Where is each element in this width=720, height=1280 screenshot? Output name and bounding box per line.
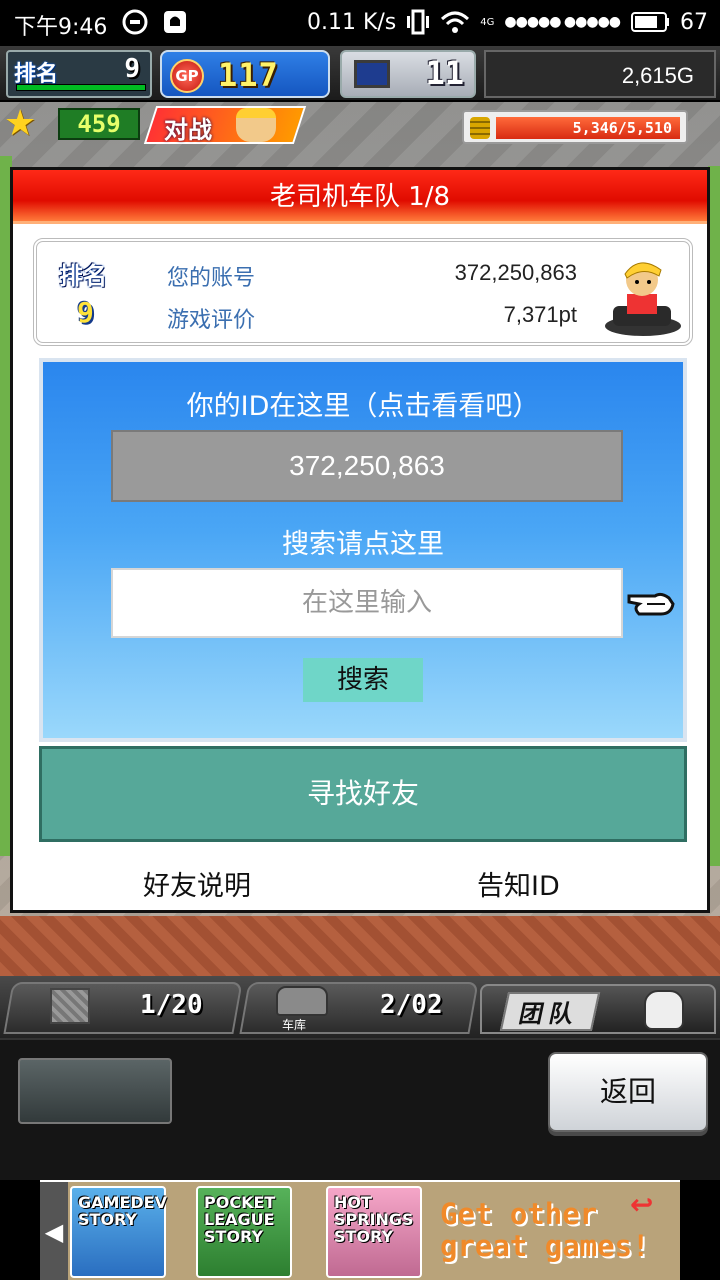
account-label: 您的账号	[167, 266, 256, 291]
ad-banner[interactable]: ◀ GAMEDEV STORY POCKET LEAGUE STORY HOT …	[40, 1180, 680, 1280]
box-icon	[50, 988, 90, 1024]
info-rank-number: 9	[77, 296, 94, 329]
rating-value: 7,371pt	[503, 302, 577, 327]
ad-game-title-1: GAMEDEV STORY	[78, 1193, 167, 1229]
star-value: 459	[58, 108, 140, 140]
map-brick-road	[0, 916, 720, 976]
tab-items[interactable]	[3, 982, 243, 1034]
ad-cta[interactable]: Get other great games!	[440, 1198, 650, 1262]
rank-badge[interactable]: 排名 9	[6, 50, 152, 98]
signal-bars-icon: ●●●●● ●●●●●	[504, 14, 621, 30]
ad-return-arrow-icon: ↩	[630, 1188, 654, 1221]
dialog-title: 老司机车队 1/8	[13, 170, 707, 224]
status-time: 下午9:46	[14, 15, 108, 40]
gp-counter[interactable]: GP 117	[160, 50, 330, 98]
battle-label: 对战	[164, 116, 212, 144]
coin-stack-icon	[470, 117, 490, 139]
status-right-icons: 0.11 K/s 4G ●●●●● ●●●●● 67	[307, 9, 708, 35]
back-button[interactable]: 返回	[548, 1052, 708, 1132]
team-mascot-icon	[644, 990, 684, 1030]
net-speed: 0.11 K/s	[306, 9, 397, 35]
pc-value: 11	[425, 54, 464, 92]
tab-items-count: 1/20	[140, 990, 203, 1020]
money-display: 2,615G	[484, 50, 716, 98]
notify-id-link[interactable]: 告知ID	[477, 864, 560, 903]
account-value: 372,250,863	[454, 260, 577, 285]
empty-slot[interactable]	[18, 1058, 172, 1124]
id-hint: 你的ID在这里（点击看看吧）	[186, 391, 540, 422]
id-search-panel: 你的ID在这里（点击看看吧） 372,250,863 搜索请点这里 在这里输入 …	[39, 358, 687, 742]
rank-value: 9	[124, 54, 140, 84]
secondary-hud: ★ 459 对战 5,346/5,510	[0, 104, 720, 146]
vibrate-icon	[407, 9, 430, 35]
notification-bell-icon	[164, 11, 186, 33]
search-hint: 搜索请点这里	[282, 529, 444, 560]
my-id-field[interactable]: 372,250,863	[111, 430, 623, 502]
friend-help-link[interactable]: 好友说明	[143, 864, 251, 903]
ad-game-title-2: POCKET LEAGUE STORY	[204, 1193, 276, 1246]
ad-prev-arrow-icon[interactable]: ◀	[40, 1182, 68, 1280]
rating-label: 游戏评价	[167, 308, 256, 333]
computer-icon	[354, 60, 390, 88]
bottom-panel: 返回	[0, 1038, 720, 1180]
ad-cta-line2: great games!	[440, 1229, 650, 1263]
star-icon: ★	[4, 103, 37, 144]
battery-icon	[631, 12, 669, 32]
wifi-icon	[441, 11, 470, 33]
bottom-tab-bar: 1/20 车库 2/02 团队	[0, 976, 720, 1038]
pointing-hand-icon	[627, 592, 675, 616]
info-rank-tag: 排名	[59, 262, 107, 290]
rank-progress-bar	[16, 84, 146, 91]
ad-game-title-3: HOT SPRINGS STORY	[334, 1193, 414, 1246]
signal-4g-label: 4G	[480, 16, 495, 28]
car-icon	[276, 986, 328, 1016]
team-dialog: 老司机车队 1/8 排名 9 您的账号 372,250,863 游戏评价 7,3…	[10, 167, 710, 913]
pc-counter[interactable]: 11	[340, 50, 476, 98]
status-bar: 下午9:46 0.11 K/s 4G ●●●●● ●●●●● 67	[0, 0, 720, 46]
top-hud: 排名 9 GP 117 11 2,615G	[0, 46, 720, 102]
search-input[interactable]: 在这里输入	[111, 568, 623, 638]
tab-garage-count: 2/02	[380, 990, 443, 1020]
ad-game-thumb-1[interactable]: GAMEDEV STORY	[70, 1186, 167, 1278]
gp-coin-icon: GP	[170, 59, 204, 93]
rival-face-icon	[236, 108, 276, 142]
gp-value: 117	[218, 56, 279, 94]
player-avatar	[605, 262, 681, 336]
resource-gauge: 5,346/5,510	[462, 110, 688, 144]
ad-game-thumb-2[interactable]: POCKET LEAGUE STORY	[196, 1186, 292, 1278]
search-button[interactable]: 搜索	[303, 658, 423, 702]
resource-gauge-bar: 5,346/5,510	[496, 117, 680, 139]
account-info-card: 排名 9 您的账号 372,250,863 游戏评价 7,371pt	[33, 238, 693, 346]
garage-label: 车库	[282, 1018, 307, 1032]
ad-game-thumb-3[interactable]: HOT SPRINGS STORY	[326, 1186, 422, 1278]
notification-circle-icon	[122, 9, 148, 35]
find-friend-button[interactable]: 寻找好友	[39, 746, 687, 842]
ad-cta-line1: Get other	[440, 1197, 598, 1231]
battery-percent: 67	[680, 9, 708, 35]
team-label: 团队	[499, 992, 601, 1031]
